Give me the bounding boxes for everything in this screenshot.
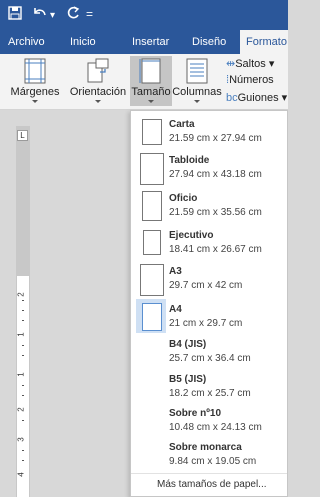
page-thumbnail [143, 230, 161, 255]
columns-button[interactable]: Columnas [172, 56, 222, 106]
orientation-button[interactable]: Orientación [66, 56, 130, 106]
size-dimensions: 10.48 cm x 24.13 cm [169, 422, 262, 433]
chevron-down-icon: ▾ [265, 58, 275, 70]
page-thumbnail [142, 303, 162, 331]
ruler-tick [22, 385, 24, 386]
size-dimensions: 25.7 cm x 36.4 cm [169, 353, 251, 364]
orientation-label: Orientación [69, 86, 127, 98]
ribbon-layout-group: Márgenes Orientación Tamaño Columnas ⇹Sa… [0, 54, 288, 110]
tab-archivo[interactable]: Archivo [8, 35, 45, 49]
size-dimensions: 21 cm x 29.7 cm [169, 318, 243, 329]
ruler-number: 2 [16, 292, 26, 297]
customize-toolbar-button[interactable]: = [86, 6, 93, 22]
tab-formato[interactable]: Formato [240, 30, 288, 54]
chevron-down-icon [148, 100, 154, 103]
undo-dropdown-icon[interactable]: ▾ [50, 8, 55, 24]
size-option-sobre-monarca[interactable]: Sobre monarca 9.84 cm x 19.05 cm [131, 440, 287, 476]
margins-icon [24, 58, 46, 84]
breaks-icon: ⇹ [226, 58, 236, 70]
page-size-icon [139, 58, 161, 84]
size-dimensions: 18.2 cm x 25.7 cm [169, 388, 251, 399]
ruler-tick [22, 460, 24, 461]
word-window: ▾ = Archivo Inicio Insertar Diseño Forma… [0, 0, 288, 497]
breaks-label: Saltos [235, 58, 266, 70]
chevron-down-icon [32, 100, 38, 103]
size-option-carta[interactable]: Carta 21.59 cm x 27.94 cm [131, 117, 287, 153]
hyphenation-button[interactable]: bcGuiones ▾ [226, 91, 287, 104]
size-dimensions: 21.59 cm x 27.94 cm [169, 133, 262, 144]
size-option-ejecutivo[interactable]: Ejecutivo 18.41 cm x 26.67 cm [131, 228, 287, 264]
line-numbers-button[interactable]: ⁞Números [226, 74, 274, 86]
orientation-icon [87, 58, 109, 83]
size-name: Sobre monarca [169, 442, 242, 453]
size-option-sobre-10[interactable]: Sobre nº10 10.48 cm x 24.13 cm [131, 406, 287, 442]
size-label: Tamaño [131, 86, 171, 98]
tab-inicio[interactable]: Inicio [70, 35, 96, 49]
ruler-number: 4 [16, 472, 26, 477]
ruler-tick [22, 310, 24, 311]
size-dimensions: 18.41 cm x 26.67 cm [169, 244, 262, 255]
margins-button[interactable]: Márgenes [4, 56, 66, 106]
ruler-number: 2 [16, 407, 26, 412]
size-name: B4 (JIS) [169, 339, 207, 350]
size-option-a3[interactable]: A3 29.7 cm x 42 cm [131, 264, 287, 300]
ruler-tick [22, 300, 24, 301]
columns-icon [186, 58, 208, 84]
ruler-tick [22, 395, 24, 396]
size-name: Tabloide [169, 155, 210, 166]
size-dimensions: 27.94 cm x 43.18 cm [169, 169, 262, 180]
size-option-oficio[interactable]: Oficio 21.59 cm x 35.56 cm [131, 191, 287, 227]
hyphenation-label: Guiones [237, 92, 279, 104]
tab-diseno[interactable]: Diseño [192, 35, 226, 49]
size-option-tabloide[interactable]: Tabloide 27.94 cm x 43.18 cm [131, 153, 287, 189]
tab-selector-button[interactable]: L [17, 130, 28, 141]
ribbon-tabs: Archivo Inicio Insertar Diseño Formato [0, 30, 288, 54]
hyphenation-icon: bc [226, 92, 238, 104]
ruler-tick [22, 320, 24, 321]
size-name: B5 (JIS) [169, 374, 207, 385]
ruler-tick [22, 345, 24, 346]
more-paper-sizes-label: Más tamaños de papel... [157, 479, 267, 490]
redo-icon[interactable] [66, 6, 80, 23]
size-button[interactable]: Tamaño [130, 56, 172, 106]
undo-icon[interactable] [32, 6, 48, 23]
margins-label: Márgenes [10, 86, 60, 98]
ruler-tick [22, 450, 24, 451]
size-option-b4-jis[interactable]: B4 (JIS) 25.7 cm x 36.4 cm [131, 337, 287, 373]
size-name: Sobre nº10 [169, 408, 222, 419]
size-dimensions: 21.59 cm x 35.56 cm [169, 207, 262, 218]
size-name: Carta [169, 119, 195, 130]
size-option-a4[interactable]: A4 21 cm x 29.7 cm [131, 299, 287, 338]
ruler-number: 1 [16, 372, 26, 377]
size-name: A3 [169, 266, 182, 277]
page-thumbnail [140, 264, 164, 296]
vertical-ruler-margin [16, 126, 30, 276]
size-dimensions: 9.84 cm x 19.05 cm [169, 456, 257, 467]
tab-insertar[interactable]: Insertar [132, 35, 169, 49]
chevron-down-icon: ▾ [278, 92, 288, 104]
ruler-number: 1 [16, 332, 26, 337]
size-dimensions: 29.7 cm x 42 cm [169, 280, 243, 291]
line-numbers-label: Números [229, 74, 274, 86]
ruler-tick [22, 420, 24, 421]
size-name: A4 [169, 304, 182, 315]
page-thumbnail [142, 119, 162, 145]
save-icon[interactable] [8, 6, 22, 23]
quick-access-toolbar: ▾ = [0, 0, 288, 30]
page-size-dropdown: Carta 21.59 cm x 27.94 cm Tabloide 27.94… [130, 110, 288, 497]
ruler-tick [22, 355, 24, 356]
page-thumbnail [140, 153, 164, 185]
ruler-number: 3 [16, 437, 26, 442]
size-option-b5-jis[interactable]: B5 (JIS) 18.2 cm x 25.7 cm [131, 372, 287, 408]
more-paper-sizes-button[interactable]: Más tamaños de papel... [131, 473, 287, 497]
size-name: Oficio [169, 193, 198, 204]
columns-label: Columnas [172, 86, 222, 98]
chevron-down-icon [95, 100, 101, 103]
size-name: Ejecutivo [169, 230, 214, 241]
chevron-down-icon [194, 100, 200, 103]
breaks-button[interactable]: ⇹Saltos ▾ [226, 57, 274, 70]
page-thumbnail [142, 191, 162, 221]
